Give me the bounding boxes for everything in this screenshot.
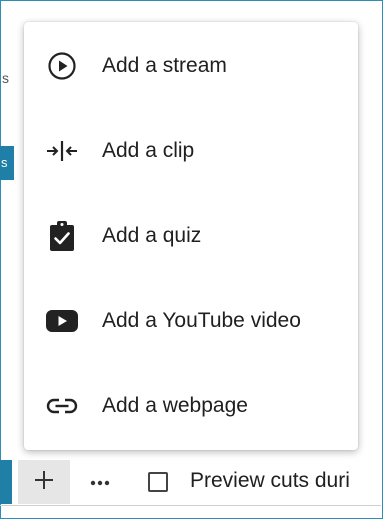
add-content-menu: Add a stream Add a clip Add a quiz Add a… — [24, 22, 358, 450]
plus-icon — [33, 469, 55, 496]
more-horizontal-icon — [90, 473, 110, 491]
play-circle-icon — [44, 48, 80, 84]
link-icon — [44, 388, 80, 424]
menu-item-label: Add a stream — [102, 54, 227, 77]
menu-item-add-youtube-video[interactable]: Add a YouTube video — [24, 291, 358, 351]
more-options-button[interactable] — [82, 466, 118, 498]
toolbar-accent-strip — [0, 460, 12, 504]
menu-item-label: Add a quiz — [102, 224, 202, 247]
menu-item-add-stream[interactable]: Add a stream — [24, 36, 358, 96]
menu-item-add-webpage[interactable]: Add a webpage — [24, 376, 358, 436]
menu-item-add-clip[interactable]: Add a clip — [24, 121, 358, 181]
menu-item-label: Add a clip — [102, 139, 195, 162]
clipboard-check-icon — [44, 218, 80, 254]
menu-item-label: Add a YouTube video — [102, 309, 301, 332]
preview-cuts-checkbox[interactable] — [148, 472, 168, 492]
preview-cuts-label: Preview cuts duri — [190, 469, 350, 492]
bottom-toolbar: Preview cuts duri — [0, 460, 381, 504]
divider — [0, 505, 381, 506]
menu-item-label: Add a webpage — [102, 394, 248, 417]
menu-item-add-quiz[interactable]: Add a quiz — [24, 206, 358, 266]
youtube-icon — [44, 303, 80, 339]
background-text-fragment: s — [2, 70, 9, 86]
clip-trim-icon — [44, 133, 80, 169]
add-button[interactable] — [18, 460, 70, 504]
background-tab-fragment: s — [0, 146, 14, 180]
